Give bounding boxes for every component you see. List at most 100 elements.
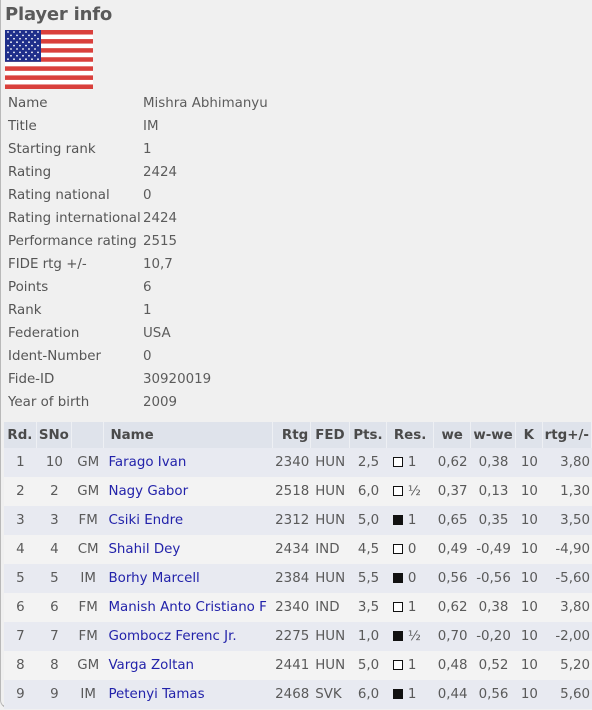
flag-star xyxy=(28,41,30,44)
opponent-link[interactable]: Varga Zoltan xyxy=(108,658,194,673)
col-header-title xyxy=(71,422,105,448)
points-cell: 3,5 xyxy=(350,593,387,622)
black-piece-icon xyxy=(392,689,403,699)
flag-star xyxy=(37,58,39,61)
flag-star xyxy=(10,41,12,44)
title-cell: FM xyxy=(71,506,105,535)
info-label: Rank xyxy=(8,303,42,318)
flag-star xyxy=(28,54,30,57)
col-header-w-we[interactable]: w-we xyxy=(471,422,517,448)
result-cell: 1 xyxy=(386,680,435,709)
flag-star xyxy=(10,54,12,57)
rating-change-cell: -4,90 xyxy=(542,535,592,564)
we-cell: 0,37 xyxy=(434,477,472,506)
result-value: 0 xyxy=(407,542,417,557)
we-cell: 0,44 xyxy=(434,680,472,709)
we-cell: 0,48 xyxy=(434,651,472,680)
opponent-link[interactable]: Csiki Endre xyxy=(108,513,183,528)
points-cell: 5,0 xyxy=(350,506,387,535)
points-cell: 4,5 xyxy=(350,535,387,564)
we-cell: 0,56 xyxy=(434,564,472,593)
flag-star xyxy=(31,37,33,40)
opponent-link[interactable]: Manish Anto Cristiano F xyxy=(108,600,266,615)
info-value: 1 xyxy=(143,303,152,318)
col-header-sno[interactable]: SNo xyxy=(36,422,72,448)
flag-star xyxy=(28,34,30,37)
title-cell: GM xyxy=(71,448,105,477)
title-cell: IM xyxy=(71,680,105,709)
flag-star xyxy=(7,44,9,47)
opponent-link[interactable]: Borhy Marcell xyxy=(108,571,199,586)
result-cell: ½ xyxy=(386,622,435,651)
player-info-list: Name Mishra Abhimanyu Title IM Starting rank… xyxy=(8,92,268,414)
result-cell: 1 xyxy=(386,593,435,622)
col-header-federation[interactable]: FED xyxy=(311,422,351,448)
game-row: 5 5 IM Borhy Marcell 2384 HUN 5,5 0 0,56 -0,56 10-… xyxy=(4,564,592,593)
round-cell: 7 xyxy=(4,622,37,651)
we-cell: 0,62 xyxy=(434,593,472,622)
w-we-cell: -0,56 xyxy=(471,564,517,593)
opponent-link[interactable]: Farago Ivan xyxy=(108,455,186,470)
flag-star xyxy=(25,51,27,54)
title-cell: GM xyxy=(71,651,105,680)
opponent-link[interactable]: Gombocz Ferenc Jr. xyxy=(108,629,236,644)
result-cell: 0 xyxy=(386,564,435,593)
col-header-rating-change[interactable]: rtg+/- xyxy=(542,422,592,448)
col-header-we[interactable]: we xyxy=(434,422,472,448)
flag-star xyxy=(25,31,27,33)
flag-star xyxy=(37,31,39,33)
game-row: 2 2 GM Nagy Gabor 2518 HUN 6,0 ½ 0,37 0,13 10 1,30 xyxy=(4,477,592,506)
k-cell: 10 xyxy=(516,651,543,680)
info-value: USA xyxy=(143,326,171,341)
opponent-link[interactable]: Nagy Gabor xyxy=(108,484,188,499)
col-header-result[interactable]: Res. xyxy=(386,422,435,448)
k-cell: 10 xyxy=(516,506,543,535)
points-cell: 1,0 xyxy=(350,622,387,651)
col-header-points[interactable]: Pts. xyxy=(350,422,387,448)
federation-cell: HUN xyxy=(311,477,351,506)
flag-star xyxy=(16,48,18,50)
info-label: Name xyxy=(8,96,48,111)
flag-star xyxy=(34,34,36,37)
col-header-round[interactable]: Rd. xyxy=(4,422,37,448)
flag-star xyxy=(7,31,9,33)
info-label: Performance rating xyxy=(8,234,137,249)
info-row: Federation USA xyxy=(8,322,268,345)
k-cell: 10 xyxy=(516,564,543,593)
game-row: 4 4 CM Shahil Dey 2434 IND 4,5 0 0,49 -0,49 10 -4,9… xyxy=(4,535,592,564)
result-value: ½ xyxy=(407,484,421,499)
opponent-name-cell: Borhy Marcell xyxy=(104,564,274,593)
rating-change-cell: -2,00 xyxy=(542,622,592,651)
flag-star xyxy=(19,58,21,61)
col-header-name[interactable]: Name xyxy=(104,422,274,448)
info-label: Fide-ID xyxy=(8,372,55,387)
flag-star xyxy=(7,58,9,61)
opponent-link[interactable]: Petenyi Tamas xyxy=(108,687,204,702)
points-cell: 6,0 xyxy=(350,477,387,506)
w-we-cell: 0,52 xyxy=(471,651,517,680)
sno-cell: 5 xyxy=(36,564,72,593)
col-header-k[interactable]: K xyxy=(516,422,543,448)
info-label: Points xyxy=(8,280,49,295)
opponent-name-cell: Petenyi Tamas xyxy=(104,680,274,709)
result-cell: 1 xyxy=(386,651,435,680)
k-cell: 10 xyxy=(516,680,543,709)
white-piece-icon xyxy=(392,486,403,496)
flag-star xyxy=(7,37,9,40)
white-piece-icon xyxy=(392,660,403,670)
opponent-name-cell: Csiki Endre xyxy=(104,506,274,535)
white-piece-icon xyxy=(392,602,403,612)
info-label: Year of birth xyxy=(8,395,90,410)
game-row: 6 6 FM Manish Anto Cristiano F 2340 IND 3,5 1 0,… xyxy=(4,593,592,622)
flag-star xyxy=(34,48,36,50)
round-cell: 9 xyxy=(4,680,37,709)
title-cell: IM xyxy=(71,564,105,593)
info-row: Title IM xyxy=(8,115,268,138)
info-row: Name Mishra Abhimanyu xyxy=(8,92,268,115)
info-row: Points 6 xyxy=(8,276,268,299)
result-value: 1 xyxy=(407,600,417,615)
rating-cell: 2312 xyxy=(273,506,312,535)
opponent-link[interactable]: Shahil Dey xyxy=(108,542,180,557)
col-header-rating[interactable]: Rtg xyxy=(273,422,312,448)
federation-cell: HUN xyxy=(311,564,351,593)
